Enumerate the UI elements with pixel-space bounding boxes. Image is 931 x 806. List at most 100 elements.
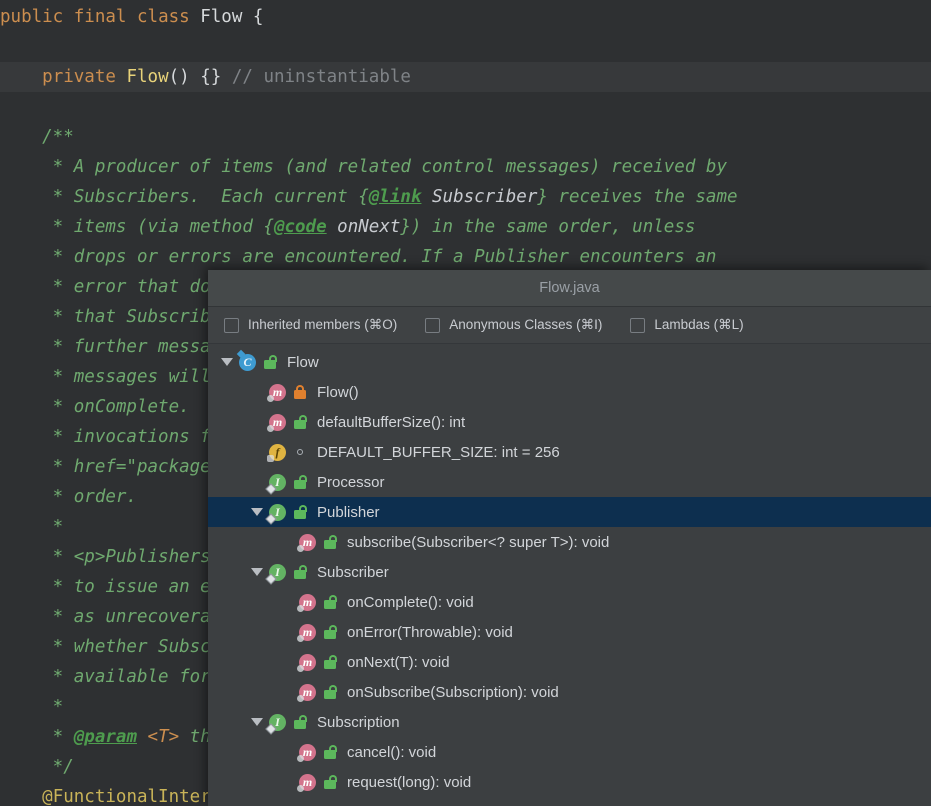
tree-row[interactable]: I Processor bbox=[208, 467, 931, 497]
tree-row[interactable]: I Subscription bbox=[208, 707, 931, 737]
padlock-body bbox=[324, 540, 336, 549]
kind-letter: m bbox=[269, 413, 286, 431]
kind-letter: f bbox=[269, 443, 286, 461]
chevron-down-icon[interactable] bbox=[246, 718, 268, 726]
tree-row-label: Publisher bbox=[317, 503, 380, 521]
locked-padlock-icon bbox=[292, 384, 308, 400]
popup-title: Flow.java bbox=[208, 270, 931, 307]
code-token: /** bbox=[0, 127, 74, 147]
padlock-body bbox=[294, 570, 306, 579]
chevron-down-icon[interactable] bbox=[246, 508, 268, 516]
circle-icon bbox=[297, 449, 303, 455]
tree-row[interactable]: m onNext(T): void bbox=[208, 647, 931, 677]
tree-row[interactable]: m onError(Throwable): void bbox=[208, 617, 931, 647]
tree-row-label: DEFAULT_BUFFER_SIZE: int = 256 bbox=[317, 443, 560, 461]
file-structure-popup[interactable]: Flow.java Inherited members (⌘O) Anonymou… bbox=[208, 270, 931, 806]
tree-row[interactable]: m Flow() bbox=[208, 377, 931, 407]
code-token: * bbox=[0, 517, 64, 537]
kind-letter: m bbox=[299, 743, 316, 761]
kind-letter: I bbox=[269, 473, 286, 491]
code-token: final bbox=[73, 7, 127, 27]
ide-window: public final class Flow { private Flow ()… bbox=[0, 0, 931, 806]
code-token: * order. bbox=[0, 487, 137, 507]
tree-row[interactable]: m defaultBufferSize(): int bbox=[208, 407, 931, 437]
method-icon: m bbox=[297, 533, 317, 552]
tree-row[interactable]: m cancel(): void bbox=[208, 737, 931, 767]
code-line: * Subscribers. Each current {@link Subsc… bbox=[0, 182, 931, 212]
filter-checkbox-1[interactable]: Inherited members (⌘O) bbox=[224, 317, 397, 333]
filter-checkbox-3[interactable]: Lambdas (⌘L) bbox=[630, 317, 744, 333]
tree-row[interactable]: m onSubscribe(Subscription): void bbox=[208, 677, 931, 707]
checkbox-icon[interactable] bbox=[425, 317, 441, 333]
unlocked-padlock-icon bbox=[262, 354, 278, 370]
filter-checkbox-2[interactable]: Anonymous Classes (⌘I) bbox=[425, 317, 602, 333]
code-token: * items (via method { bbox=[0, 217, 274, 237]
code-token: // uninstantiable bbox=[231, 67, 411, 87]
tree-row-label: onSubscribe(Subscription): void bbox=[347, 683, 559, 701]
padlock-body bbox=[294, 390, 306, 399]
code-line: * A producer of items (and related contr… bbox=[0, 152, 931, 182]
padlock-body bbox=[324, 780, 336, 789]
chevron-down-icon[interactable] bbox=[246, 568, 268, 576]
code-token: Subscriber bbox=[432, 187, 538, 207]
tree-row[interactable]: C Flow bbox=[208, 347, 931, 377]
unlocked-padlock-icon bbox=[322, 624, 338, 640]
method-icon: m bbox=[297, 743, 317, 762]
tree-row-label: subscribe(Subscriber<? super T>): void bbox=[347, 533, 610, 551]
method-icon: m bbox=[297, 623, 317, 642]
padlock-body bbox=[264, 360, 276, 369]
iface-icon: I bbox=[268, 713, 287, 732]
code-line: public final class Flow { bbox=[0, 2, 931, 32]
code-token: () {} bbox=[168, 67, 232, 87]
chevron-down-icon[interactable] bbox=[216, 358, 238, 366]
code-token: <T> bbox=[147, 727, 180, 747]
code-token: public bbox=[0, 7, 64, 27]
code-token: @param bbox=[73, 727, 137, 747]
code-line: * drops or errors are encountered. If a … bbox=[0, 242, 931, 272]
unlocked-padlock-icon bbox=[292, 414, 308, 430]
tree-row-label: Subscription bbox=[317, 713, 400, 731]
code-token: @code bbox=[273, 217, 327, 237]
popup-filter-bar: Inherited members (⌘O) Anonymous Classes … bbox=[208, 307, 931, 344]
tree-row[interactable]: m subscribe(Subscriber<? super T>): void bbox=[208, 527, 931, 557]
code-token: * drops or errors are encountered. If a … bbox=[0, 247, 717, 267]
kind-letter: I bbox=[269, 563, 286, 581]
code-token: private bbox=[42, 67, 116, 87]
tree-row-label: Processor bbox=[317, 473, 385, 491]
code-token: } receives the same bbox=[537, 187, 738, 207]
filter-label: Lambdas (⌘L) bbox=[654, 317, 744, 332]
checkbox-icon[interactable] bbox=[224, 317, 239, 333]
code-token: onNext bbox=[337, 217, 401, 237]
unlocked-padlock-icon bbox=[322, 594, 338, 610]
tree-row-label: defaultBufferSize(): int bbox=[317, 413, 466, 431]
code-token: * A producer of items (and related contr… bbox=[0, 157, 727, 177]
code-token: * Subscribers. Each current { bbox=[0, 187, 369, 207]
code-token: }) in the same order, unless bbox=[400, 217, 696, 237]
checkbox-icon[interactable] bbox=[630, 317, 646, 333]
code-token: { bbox=[242, 7, 264, 27]
method-icon: m bbox=[297, 683, 317, 702]
code-token: class bbox=[137, 7, 190, 27]
filter-label: Inherited members (⌘O) bbox=[248, 317, 398, 332]
tree-row-label: Flow bbox=[287, 353, 319, 371]
structure-tree[interactable]: C Flow m Flow() m defaultBufferSize(): int f DE… bbox=[208, 344, 931, 797]
padlock-body bbox=[324, 690, 336, 699]
filter-label: Anonymous Classes (⌘I) bbox=[449, 317, 603, 332]
tree-row[interactable]: f DEFAULT_BUFFER_SIZE: int = 256 bbox=[208, 437, 931, 467]
tree-row[interactable]: I Publisher bbox=[208, 497, 931, 527]
tree-row-label: onComplete(): void bbox=[347, 593, 474, 611]
tree-row[interactable]: m onComplete(): void bbox=[208, 587, 931, 617]
padlock-body bbox=[294, 510, 306, 519]
tree-row[interactable]: m request(long): void bbox=[208, 767, 931, 797]
tree-row[interactable]: I Subscriber bbox=[208, 557, 931, 587]
